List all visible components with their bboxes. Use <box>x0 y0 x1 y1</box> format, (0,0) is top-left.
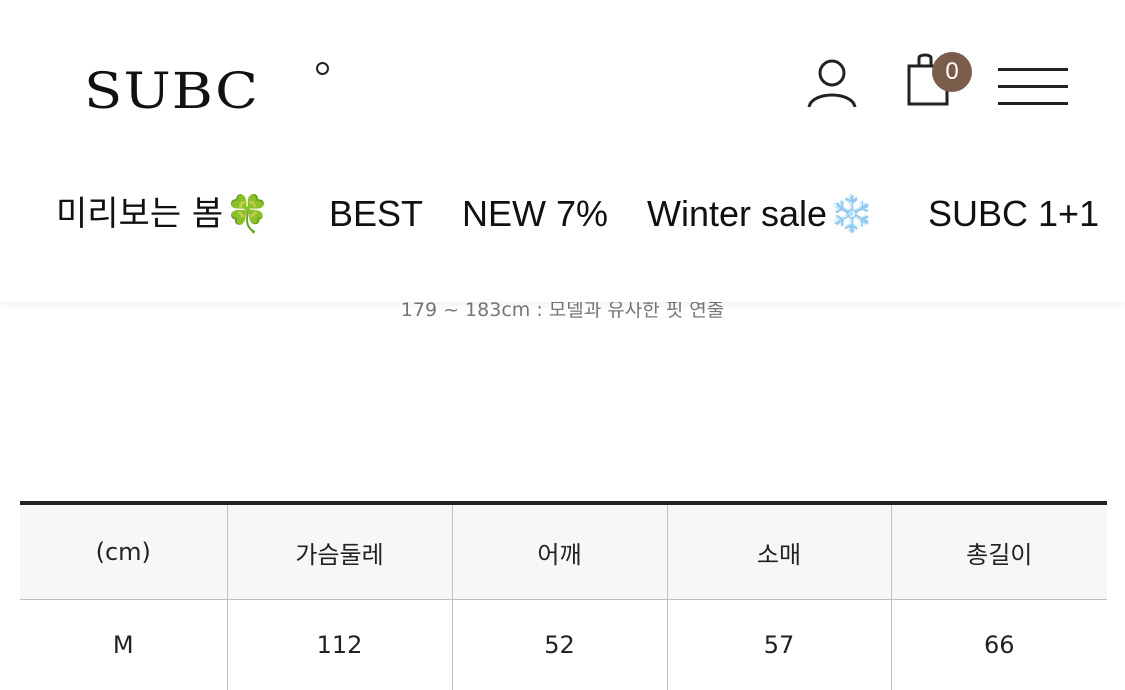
nav-item-label: SUBC 1+1 <box>928 188 1099 240</box>
nav-item-label: BEST <box>329 188 423 240</box>
column-header-total-length: 총길이 <box>891 503 1107 600</box>
hamburger-menu-icon <box>998 66 1070 108</box>
table-row: M 112 52 57 66 <box>20 600 1107 690</box>
user-account-button[interactable] <box>806 58 858 110</box>
chest-cell: 112 <box>227 600 452 690</box>
user-icon <box>806 58 858 110</box>
column-header-unit: (cm) <box>20 503 227 600</box>
nav-item-best[interactable]: BEST <box>329 188 423 240</box>
column-header-chest: 가슴둘레 <box>227 503 452 600</box>
four-leaf-clover-icon: 🍀 <box>225 188 270 240</box>
nav-item-spring-preview[interactable]: 미리보는 봄 🍀 <box>56 188 270 240</box>
sleeve-cell: 57 <box>667 600 891 690</box>
size-table: (cm) 가슴둘레 어깨 소매 총길이 M 112 52 57 66 <box>20 501 1107 690</box>
snowflake-icon: ❄️ <box>829 188 874 240</box>
brand-logo[interactable]: SUBC <box>84 66 259 116</box>
nav-item-new[interactable]: NEW 7% <box>462 188 608 240</box>
main-navigation: 미리보는 봄 🍀 BEST NEW 7% Winter sale ❄️ SUBC… <box>0 188 1125 240</box>
nav-item-label: Winter sale <box>647 188 827 240</box>
size-table-header-row: (cm) 가슴둘레 어깨 소매 총길이 <box>20 503 1107 600</box>
nav-item-winter-sale[interactable]: Winter sale ❄️ <box>647 188 874 240</box>
shoulder-cell: 52 <box>452 600 667 690</box>
size-cell: M <box>20 600 227 690</box>
cart-count-badge: 0 <box>932 52 972 92</box>
menu-button[interactable] <box>998 66 1070 108</box>
column-header-sleeve: 소매 <box>667 503 891 600</box>
total-length-cell: 66 <box>891 600 1107 690</box>
site-header: SUBC 0 미리보는 봄 🍀 BEST NEW 7% <box>0 0 1125 302</box>
nav-item-label: 미리보는 봄 <box>56 188 223 240</box>
logo-degree-mark <box>316 62 329 75</box>
column-header-shoulder: 어깨 <box>452 503 667 600</box>
nav-item-subc-1plus1[interactable]: SUBC 1+1 <box>928 188 1099 240</box>
nav-item-label: NEW 7% <box>462 188 608 240</box>
